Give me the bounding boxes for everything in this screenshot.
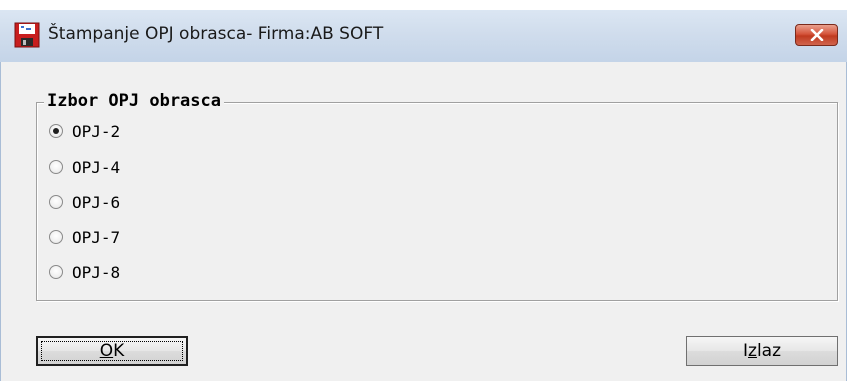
radio-label[interactable]: OPJ-6 — [72, 193, 120, 212]
radio-button-icon[interactable] — [49, 124, 63, 138]
radio-label[interactable]: OPJ-8 — [72, 263, 120, 282]
radio-button-icon[interactable] — [49, 265, 63, 279]
radio-label[interactable]: OPJ-4 — [72, 158, 120, 177]
radio-opj-4[interactable]: OPJ-4 — [49, 155, 120, 179]
title-bar[interactable]: Štampanje OPJ obrasca- Firma:AB SOFT — [0, 10, 847, 62]
close-button[interactable] — [795, 24, 838, 46]
radio-opj-8[interactable]: OPJ-8 — [49, 260, 120, 284]
radio-opj-6[interactable]: OPJ-6 — [49, 190, 120, 214]
dialog-body: Izbor OPJ obrasca OPJ-2 OPJ-4 OPJ-6 OPJ-… — [0, 62, 847, 381]
radio-button-icon[interactable] — [49, 195, 63, 209]
radio-label[interactable]: OPJ-7 — [72, 228, 120, 247]
exit-label: Izlaz — [743, 341, 781, 361]
radio-button-icon[interactable] — [49, 230, 63, 244]
radio-label[interactable]: OPJ-2 — [72, 122, 120, 141]
floppy-disk-app-icon — [14, 22, 40, 48]
dialog-window: Štampanje OPJ obrasca- Firma:AB SOFT Izb… — [0, 0, 847, 381]
exit-label-post: laz — [756, 341, 782, 361]
ok-button[interactable]: OK — [36, 336, 188, 366]
close-x-icon — [810, 29, 823, 41]
radio-opj-7[interactable]: OPJ-7 — [49, 225, 120, 249]
group-legend: Izbor OPJ obrasca — [44, 90, 224, 112]
window-title: Štampanje OPJ obrasca- Firma:AB SOFT — [48, 24, 384, 44]
exit-label-accel: z — [748, 341, 757, 361]
radio-opj-2[interactable]: OPJ-2 — [49, 119, 120, 143]
radio-button-icon[interactable] — [49, 160, 63, 174]
radio-selected-dot — [53, 128, 59, 134]
form-selection-group — [36, 102, 838, 301]
focus-rectangle — [41, 341, 183, 361]
exit-button[interactable]: Izlaz — [686, 336, 838, 366]
